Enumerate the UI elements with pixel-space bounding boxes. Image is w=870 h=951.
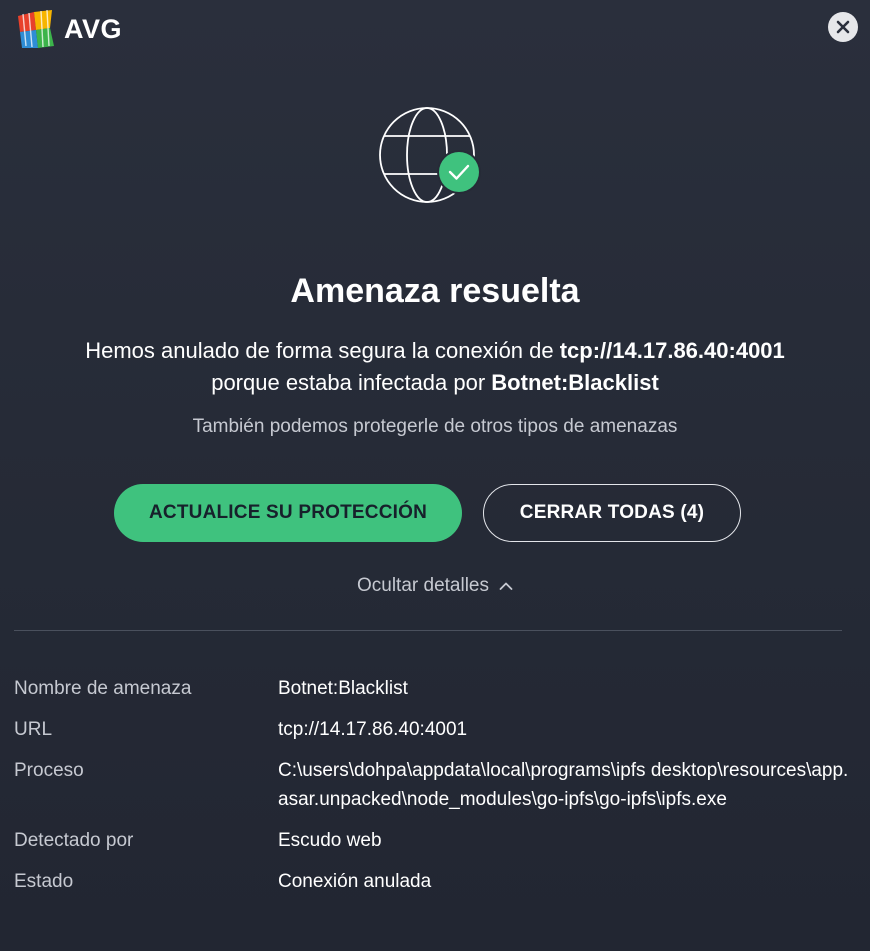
detail-label: URL bbox=[14, 719, 53, 740]
detail-label: Nombre de amenaza bbox=[14, 678, 192, 699]
detail-label: Detectado por bbox=[14, 830, 134, 851]
detail-value: C:\users\dohpa\appdata\local\programs\ip… bbox=[278, 760, 849, 810]
hide-details-toggle[interactable]: Ocultar detalles bbox=[0, 575, 870, 597]
message-text-1: Hemos anulado de forma segura la conexió… bbox=[85, 338, 560, 363]
detail-row-process: Proceso C:\users\dohpa\appdata\local\pro… bbox=[14, 756, 854, 814]
globe-check-icon bbox=[379, 107, 481, 203]
detail-row-detected-by: Detectado por Escudo web bbox=[14, 826, 854, 855]
close-all-button[interactable]: CERRAR TODAS (4) bbox=[483, 484, 741, 542]
message-threat-name: Botnet:Blacklist bbox=[491, 370, 659, 395]
divider bbox=[14, 630, 842, 631]
detail-row-status: Estado Conexión anulada bbox=[14, 867, 854, 896]
detail-label: Estado bbox=[14, 871, 74, 892]
message-connection: tcp://14.17.86.40:4001 bbox=[559, 338, 785, 363]
detail-value: Conexión anulada bbox=[278, 871, 432, 892]
upgrade-protection-button[interactable]: ACTUALICE SU PROTECCIÓN bbox=[114, 484, 462, 542]
dialog-title: Amenaza resuelta bbox=[290, 272, 580, 310]
detail-row-threat-name: Nombre de amenaza Botnet:Blacklist bbox=[14, 674, 854, 703]
message-line-1: Hemos anulado de forma segura la conexió… bbox=[0, 335, 870, 367]
detail-value: Botnet:Blacklist bbox=[278, 678, 408, 699]
close-icon bbox=[836, 20, 850, 34]
detail-value: tcp://14.17.86.40:4001 bbox=[278, 719, 468, 740]
detail-row-url: URL tcp://14.17.86.40:4001 bbox=[14, 715, 854, 744]
detail-label: Proceso bbox=[14, 760, 84, 781]
threat-message: Hemos anulado de forma segura la conexió… bbox=[0, 335, 870, 399]
message-line-2: porque estaba infectada por Botnet:Black… bbox=[0, 367, 870, 399]
chevron-up-icon bbox=[499, 582, 513, 590]
detail-value: Escudo web bbox=[278, 830, 382, 851]
details-table: Nombre de amenaza Botnet:Blacklist URL t… bbox=[14, 674, 854, 908]
avg-logo: AVG bbox=[14, 8, 122, 50]
subtitle: También podemos protegerle de otros tipo… bbox=[192, 416, 678, 437]
brand-name: AVG bbox=[64, 13, 123, 44]
message-text-2: porque estaba infectada por bbox=[211, 370, 492, 395]
hide-details-label: Ocultar detalles bbox=[356, 575, 489, 596]
close-button[interactable] bbox=[828, 12, 858, 42]
avg-logo-icon bbox=[18, 9, 54, 48]
